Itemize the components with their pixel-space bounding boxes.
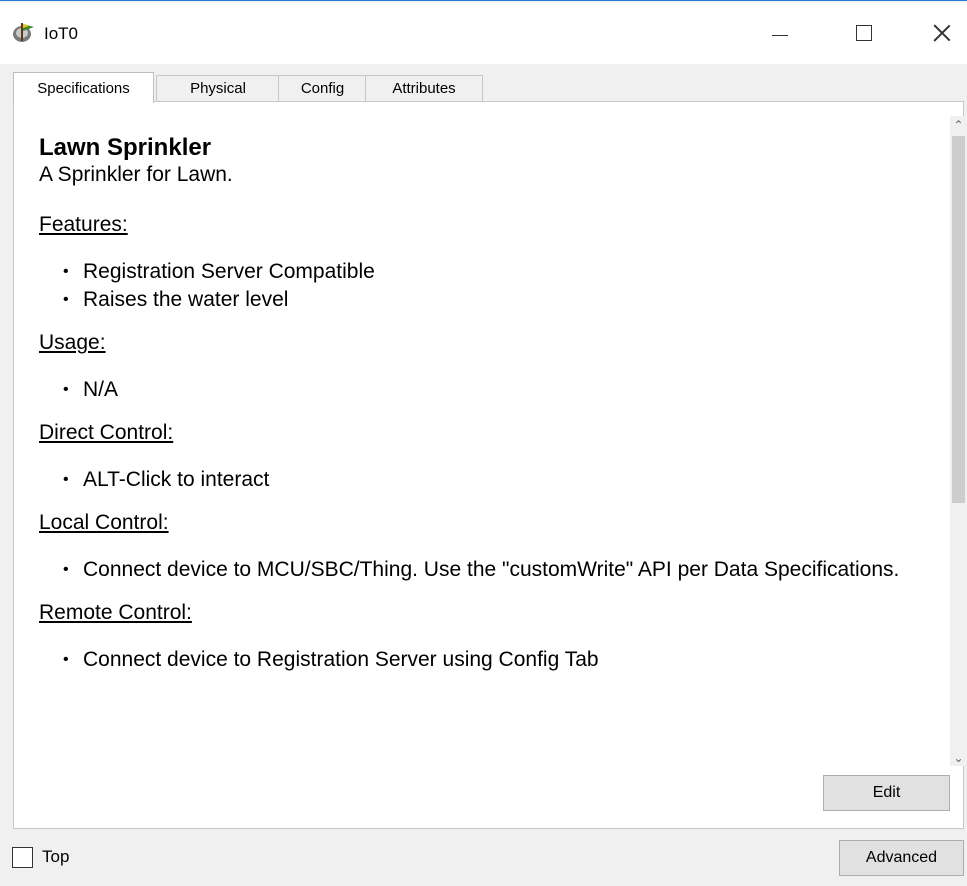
usage-list: N/A <box>39 376 921 404</box>
features-heading: Features: <box>39 213 128 236</box>
minimize-button[interactable] <box>752 2 808 64</box>
close-icon <box>933 24 951 42</box>
close-button[interactable] <box>914 2 967 64</box>
window-title: IoT0 <box>44 24 79 43</box>
advanced-button[interactable]: Advanced <box>839 840 964 876</box>
remote-control-list: Connect device to Registration Server us… <box>39 646 921 674</box>
remote-control-heading: Remote Control: <box>39 601 192 624</box>
minimize-icon <box>772 34 788 36</box>
features-list: Registration Server Compatible Raises th… <box>39 258 921 314</box>
local-control-list: Connect device to MCU/SBC/Thing. Use the… <box>39 556 921 584</box>
scroll-down-arrow-icon[interactable]: ⌄ <box>950 749 967 766</box>
scroll-thumb[interactable] <box>952 136 965 503</box>
direct-control-heading: Direct Control: <box>39 421 174 444</box>
maximize-button[interactable] <box>836 2 892 64</box>
device-description: A Sprinkler for Lawn. <box>39 163 233 186</box>
device-window: IoT0 Specifications Physical Config Attr… <box>0 0 967 886</box>
direct-control-list: ALT-Click to interact <box>39 466 921 494</box>
list-item: Connect device to Registration Server us… <box>39 646 921 674</box>
list-item: Registration Server Compatible <box>39 258 921 286</box>
list-item: Raises the water level <box>39 286 921 314</box>
tab-config[interactable]: Config <box>278 75 367 101</box>
list-item: Connect device to MCU/SBC/Thing. Use the… <box>39 556 921 584</box>
top-checkbox[interactable] <box>12 847 33 868</box>
device-name: Lawn Sprinkler <box>39 134 212 161</box>
vertical-scrollbar[interactable]: ⌃ ⌄ <box>950 116 967 766</box>
tab-specifications[interactable]: Specifications <box>13 72 154 103</box>
usage-heading: Usage: <box>39 331 106 354</box>
specifications-panel: Lawn Sprinkler A Sprinkler for Lawn. Fea… <box>13 101 967 829</box>
list-item: ALT-Click to interact <box>39 466 921 494</box>
edit-button[interactable]: Edit <box>823 775 950 811</box>
tab-attributes[interactable]: Attributes <box>365 75 483 101</box>
spec-document: Lawn Sprinkler A Sprinkler for Lawn. Fea… <box>15 116 945 674</box>
local-control-heading: Local Control: <box>39 511 169 534</box>
lawn-sprinkler-device-icon <box>13 23 34 42</box>
tab-physical[interactable]: Physical <box>156 75 280 101</box>
maximize-icon <box>856 25 872 41</box>
title-bar[interactable]: IoT0 <box>0 2 967 64</box>
specifications-content[interactable]: Lawn Sprinkler A Sprinkler for Lawn. Fea… <box>15 116 945 766</box>
scroll-up-arrow-icon[interactable]: ⌃ <box>950 116 967 133</box>
list-item: N/A <box>39 376 921 404</box>
top-checkbox-label[interactable]: Top <box>42 847 69 867</box>
